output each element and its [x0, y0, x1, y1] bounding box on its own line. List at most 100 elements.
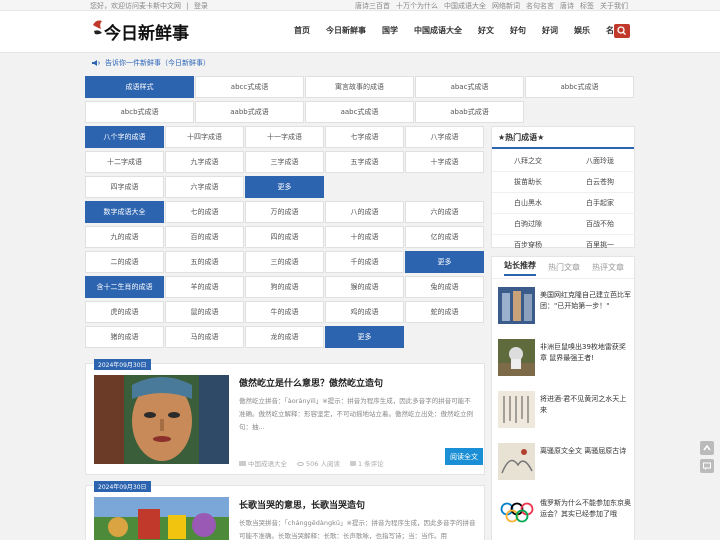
category-cell[interactable]: abcc式成语 [195, 76, 304, 98]
post-thumbnail[interactable] [94, 375, 229, 464]
site-logo[interactable]: 今日新鲜事 [90, 17, 192, 47]
post-date: 2024年09月30日 [94, 481, 151, 492]
top-link-idioms[interactable]: 中国成语大全 [444, 1, 486, 11]
grid-cell[interactable]: 八个字的成语 [85, 126, 164, 148]
recommend-item[interactable]: 俄罗斯为什么不能参加东京奥运会？其实已经参加了哦 [498, 495, 631, 533]
top-link-why[interactable]: 十万个为什么 [396, 1, 438, 11]
category-cell[interactable]: 成语样式 [85, 76, 194, 98]
tab-hot-comments[interactable]: 热评文章 [592, 262, 624, 273]
grid-cell[interactable]: 十二字成语 [85, 151, 164, 173]
nav-idioms[interactable]: 中国成语大全 [406, 25, 470, 36]
nav-news[interactable]: 今日新鲜事 [318, 25, 374, 36]
nav-sentences[interactable]: 好句 [502, 25, 534, 36]
grid-cell[interactable]: 四字成语 [85, 176, 164, 198]
nav-home[interactable]: 首页 [286, 25, 318, 36]
grid-cell[interactable]: 蛇的成语 [405, 301, 484, 323]
grid-cell[interactable]: 五字成语 [325, 151, 404, 173]
grid-cell[interactable]: 七的成语 [165, 201, 244, 223]
grid-cell[interactable]: 八的成语 [325, 201, 404, 223]
notice-text[interactable]: 告诉你一件新鲜事（今日新鲜事） [105, 58, 210, 68]
grid-cell[interactable]: 十字成语 [405, 151, 484, 173]
category-cell[interactable]: abab式成语 [415, 101, 524, 123]
hot-idiom[interactable]: 白云苍狗 [564, 171, 636, 193]
grid-cell[interactable]: 猴的成语 [325, 276, 404, 298]
hot-idiom[interactable]: 白驹过隙 [492, 213, 564, 235]
feedback-button[interactable] [700, 459, 714, 473]
hot-idiom[interactable]: 白手起家 [564, 192, 636, 214]
more-button[interactable]: 更多 [245, 176, 324, 198]
category-cell[interactable]: 寓言故事的成语 [305, 76, 414, 98]
grid-cell[interactable]: 四的成语 [245, 226, 324, 248]
top-link-tags[interactable]: 标签 [580, 1, 594, 11]
top-link-tangshi300[interactable]: 唐诗三百首 [355, 1, 390, 11]
grid-cell[interactable]: 虎的成语 [85, 301, 164, 323]
grid-cell[interactable]: 九字成语 [165, 151, 244, 173]
grid-cell[interactable]: 狗的成语 [245, 276, 324, 298]
top-link-tangshi[interactable]: 唐诗 [560, 1, 574, 11]
top-link-about[interactable]: 关于我们 [600, 1, 628, 11]
grid-cell[interactable]: 十四字成语 [165, 126, 244, 148]
tab-recommend[interactable]: 站长推荐 [504, 260, 536, 276]
grid-cell[interactable]: 五的成语 [165, 251, 244, 273]
hot-idiom[interactable]: 百步穿杨 [492, 234, 564, 256]
more-button[interactable]: 更多 [405, 251, 484, 273]
grid-cell[interactable]: 三的成语 [245, 251, 324, 273]
category-cell[interactable]: abbc式成语 [525, 76, 634, 98]
grid-cell[interactable]: 千的成语 [325, 251, 404, 273]
post-title[interactable]: 长歌当哭的意思，长歌当哭造句 [239, 498, 365, 511]
main-nav: 首页 今日新鲜事 国学 中国成语大全 好文 好句 好词 娱乐 名字 [286, 25, 630, 36]
grid-cell[interactable]: 含十二生肖的成语 [85, 276, 164, 298]
back-to-top-button[interactable] [700, 441, 714, 455]
recommend-item[interactable]: 非洲巨鼠嗅出39枚地雷获奖章 鼠界最强王者! [498, 339, 630, 377]
tab-hot[interactable]: 热门文章 [548, 262, 580, 273]
grid-cell[interactable]: 马的成语 [165, 326, 244, 348]
recommend-item[interactable]: 将进酒·君不见黄河之水天上来 [498, 391, 630, 429]
grid-cell[interactable]: 六字成语 [165, 176, 244, 198]
grid-cell[interactable]: 兔的成语 [405, 276, 484, 298]
grid-cell[interactable]: 八字成语 [405, 126, 484, 148]
nav-guoxue[interactable]: 国学 [374, 25, 406, 36]
read-more-button[interactable]: 阅读全文 [445, 448, 483, 465]
recommend-item[interactable]: 离骚原文全文 离骚屈原古诗 [498, 443, 630, 481]
more-button[interactable]: 更多 [325, 326, 404, 348]
hot-idiom[interactable]: 百战不殆 [564, 213, 636, 235]
search-button[interactable] [614, 24, 630, 38]
grid-cell[interactable]: 猪的成语 [85, 326, 164, 348]
login-link[interactable]: 登录 [194, 2, 208, 10]
grid-cell[interactable]: 七字成语 [325, 126, 404, 148]
category-cell[interactable]: abac式成语 [415, 76, 524, 98]
grid-cell[interactable]: 万的成语 [245, 201, 324, 223]
post-category[interactable]: 中国成语大全 [239, 458, 287, 468]
grid-cell[interactable]: 亿的成语 [405, 226, 484, 248]
grid-cell[interactable]: 百的成语 [165, 226, 244, 248]
grid-cell[interactable]: 三字成语 [245, 151, 324, 173]
hot-idiom[interactable]: 白山黑水 [492, 192, 564, 214]
post-comments[interactable]: 1 条评论 [349, 458, 384, 468]
post-thumbnail[interactable] [94, 497, 229, 540]
hot-idiom[interactable]: 百里挑一 [564, 234, 636, 256]
hot-idiom[interactable]: 八拜之交 [492, 150, 564, 172]
category-cell[interactable]: abcb式成语 [85, 101, 194, 123]
recommend-item[interactable]: 美国网红克隆自己建立芭比军团："已开始第一步！" [498, 287, 631, 325]
grid-cell[interactable]: 十一字成语 [245, 126, 324, 148]
grid-cell[interactable]: 龙的成语 [245, 326, 324, 348]
category-cell[interactable]: aabc式成语 [305, 101, 414, 123]
top-link-new-words[interactable]: 网络新词 [492, 1, 520, 11]
hot-idiom[interactable]: 八面玲珑 [564, 150, 636, 172]
grid-cell[interactable]: 羊的成语 [165, 276, 244, 298]
grid-cell[interactable]: 十的成语 [325, 226, 404, 248]
grid-cell[interactable]: 鼠的成语 [165, 301, 244, 323]
top-link-quotes[interactable]: 名句名言 [526, 1, 554, 11]
hot-idiom[interactable]: 拔苗助长 [492, 171, 564, 193]
grid-cell[interactable]: 数字成语大全 [85, 201, 164, 223]
grid-cell[interactable]: 牛的成语 [245, 301, 324, 323]
category-cell[interactable]: aabb式成语 [195, 101, 304, 123]
nav-entertainment[interactable]: 娱乐 [566, 25, 598, 36]
grid-cell[interactable]: 九的成语 [85, 226, 164, 248]
grid-cell[interactable]: 鸡的成语 [325, 301, 404, 323]
grid-cell[interactable]: 二的成语 [85, 251, 164, 273]
nav-articles[interactable]: 好文 [470, 25, 502, 36]
grid-cell[interactable]: 六的成语 [405, 201, 484, 223]
nav-words[interactable]: 好词 [534, 25, 566, 36]
post-title[interactable]: 傲然屹立是什么意思？傲然屹立造句 [239, 376, 383, 389]
